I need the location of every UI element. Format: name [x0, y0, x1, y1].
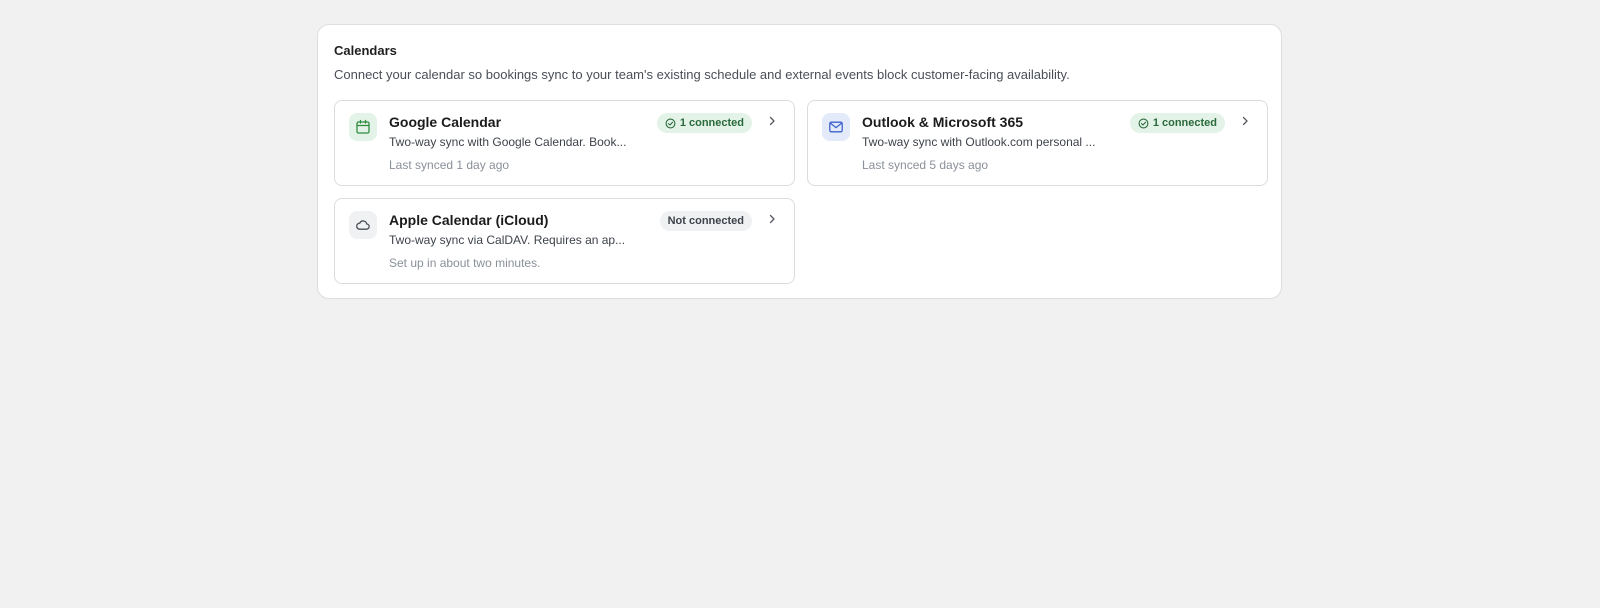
card-description: Two-way sync with Google Calendar. Book.… — [389, 135, 627, 149]
card-name: Apple Calendar (iCloud) — [389, 212, 549, 228]
mail-icon — [829, 121, 843, 133]
panel-title: Calendars — [334, 43, 397, 58]
chevron-right-icon[interactable] — [764, 211, 780, 227]
card-setup-hint: Set up in about two minutes. — [389, 256, 541, 270]
google-calendar-icon-box — [349, 113, 377, 141]
chevron-right-icon[interactable] — [764, 113, 780, 129]
card-description: Two-way sync via CalDAV. Requires an ap.… — [389, 233, 626, 247]
card-description: Two-way sync with Outlook.com personal .… — [862, 135, 1096, 149]
calendars-panel: Calendars Connect your calendar so booki… — [317, 24, 1282, 299]
card-name: Outlook & Microsoft 365 — [862, 114, 1024, 130]
status-badge: Not connected — [659, 211, 752, 231]
calendar-icon — [356, 119, 370, 134]
check-circle-icon — [1138, 118, 1149, 128]
outlook-icon-box — [822, 113, 850, 141]
status-badge: 1 connected — [1129, 113, 1225, 133]
status-badge: 1 connected — [656, 113, 752, 133]
apple-calendar-card[interactable]: Apple Calendar (iCloud) Two-way sync via… — [334, 198, 795, 284]
status-badge-label: 1 connected — [679, 117, 744, 129]
card-name: Google Calendar — [389, 114, 502, 130]
google-calendar-card[interactable]: Google Calendar Two-way sync with Google… — [334, 100, 795, 186]
status-badge-label: 1 connected — [1152, 117, 1217, 129]
panel-description: Connect your calendar so bookings sync t… — [334, 67, 1070, 82]
cloud-icon — [356, 220, 370, 230]
status-badge-label: Not connected — [667, 215, 744, 227]
chevron-right-icon[interactable] — [1237, 113, 1253, 129]
apple-calendar-icon-box — [349, 211, 377, 239]
card-sync-status: Last synced 1 day ago — [389, 158, 510, 172]
card-sync-status: Last synced 5 days ago — [862, 158, 989, 172]
outlook-calendar-card[interactable]: Outlook & Microsoft 365 Two-way sync wit… — [807, 100, 1268, 186]
check-circle-icon — [665, 118, 676, 128]
